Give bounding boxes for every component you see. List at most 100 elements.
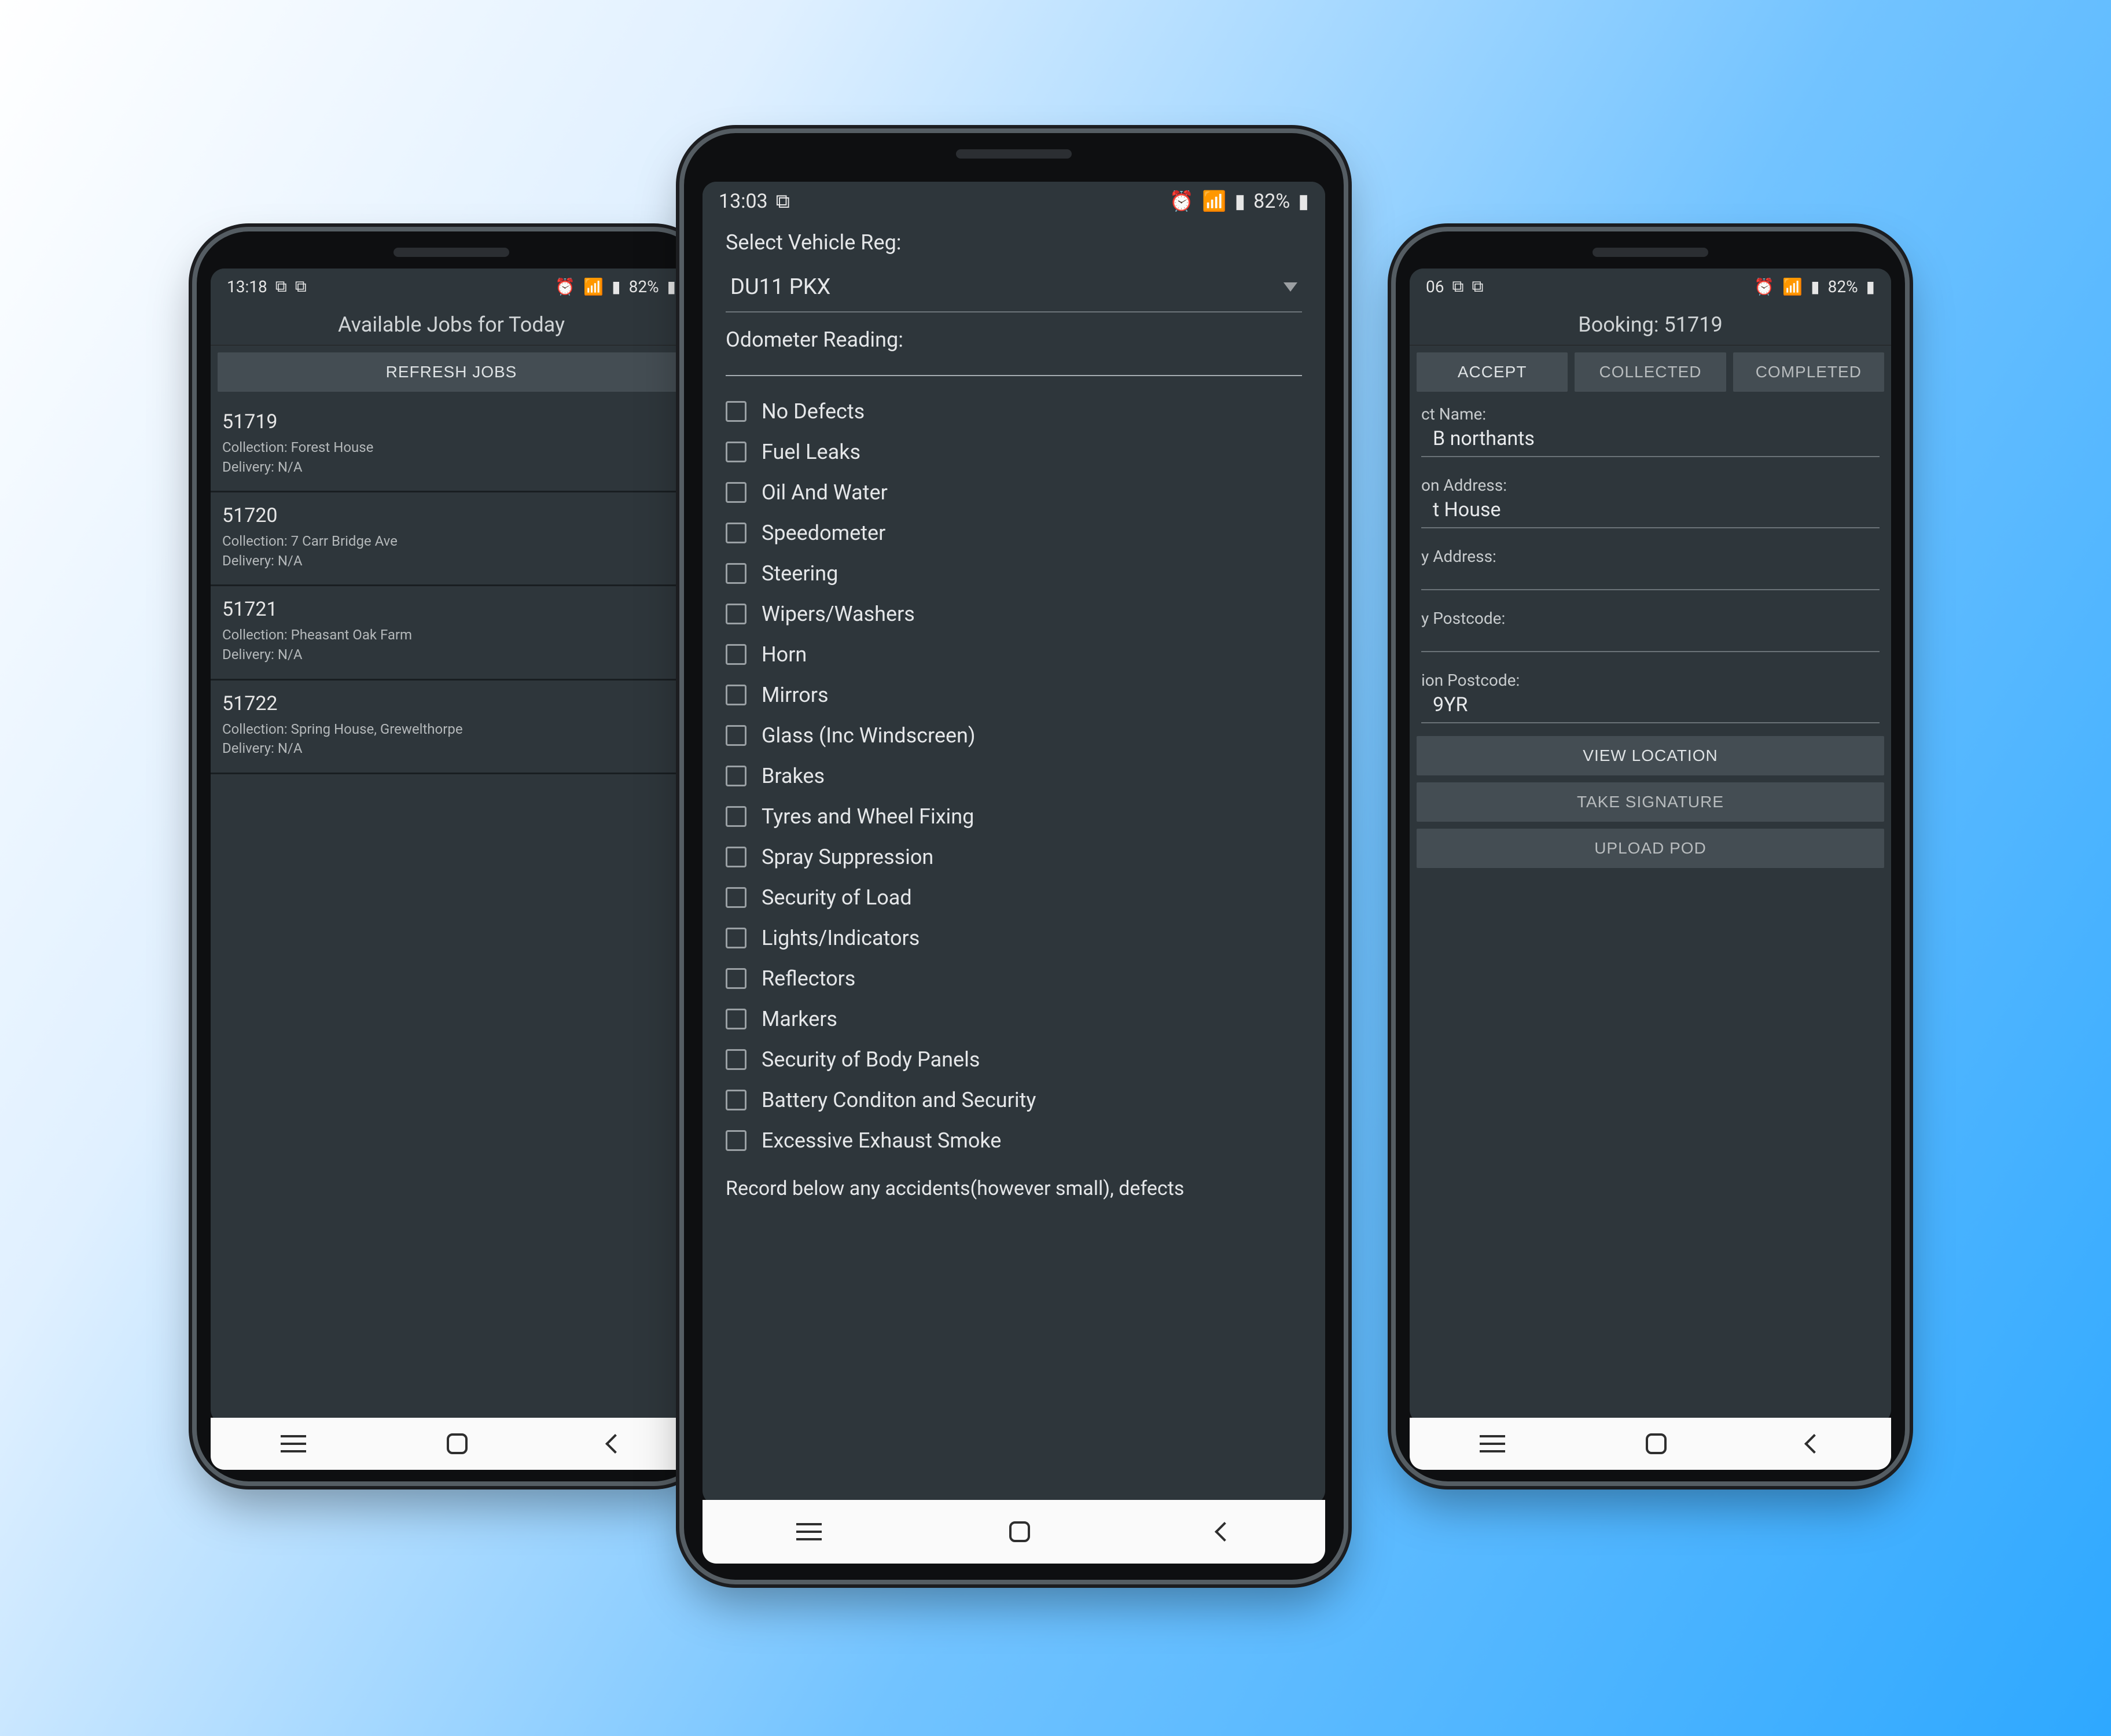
collected-button[interactable]: COLLECTED <box>1575 352 1726 392</box>
completed-button[interactable]: COMPLETED <box>1733 352 1884 392</box>
upload-pod-button[interactable]: UPLOAD POD <box>1417 829 1884 868</box>
status-time: 06 <box>1426 277 1444 296</box>
checkbox-icon[interactable] <box>726 604 746 624</box>
defect-check-label: Oil And Water <box>762 480 888 505</box>
defect-check-item[interactable]: Steering <box>726 561 1302 586</box>
screen-vehicle-check: 13:03 ⧉ ⏰ 📶 ▮ 82% ▮ Select Vehicle Reg: … <box>703 182 1325 1505</box>
defect-check-item[interactable]: Brakes <box>726 764 1302 788</box>
defect-check-item[interactable]: Security of Body Panels <box>726 1047 1302 1072</box>
defect-check-label: Wipers/Washers <box>762 602 915 626</box>
job-id: 51722 <box>222 692 681 715</box>
home-button[interactable] <box>1646 1433 1667 1454</box>
checkbox-icon[interactable] <box>726 442 746 462</box>
job-item[interactable]: 51719Collection: Forest HouseDelivery: N… <box>211 399 692 492</box>
collection-address-value[interactable]: t House <box>1421 498 1880 528</box>
delivery-postcode-value[interactable] <box>1421 631 1880 652</box>
checkbox-icon[interactable] <box>726 685 746 705</box>
defect-check-item[interactable]: Horn <box>726 642 1302 667</box>
defect-check-label: Fuel Leaks <box>762 440 860 464</box>
defect-check-label: Security of Load <box>762 885 912 910</box>
checkbox-icon[interactable] <box>726 1049 746 1070</box>
collection-postcode-value[interactable]: 9YR <box>1421 693 1880 723</box>
checkbox-icon[interactable] <box>726 766 746 786</box>
checkbox-icon[interactable] <box>726 523 746 543</box>
defect-check-item[interactable]: Fuel Leaks <box>726 440 1302 464</box>
defect-check-item[interactable]: Tyres and Wheel Fixing <box>726 804 1302 829</box>
contact-name-value[interactable]: B northants <box>1421 427 1880 457</box>
android-navbar <box>211 1418 692 1470</box>
job-collection: Collection: Spring House, Grewelthorpe <box>222 720 681 740</box>
page-title: Booking: 51719 <box>1410 302 1891 345</box>
take-signature-button[interactable]: TAKE SIGNATURE <box>1417 782 1884 822</box>
defect-check-item[interactable]: Speedometer <box>726 521 1302 545</box>
checkbox-icon[interactable] <box>726 725 746 746</box>
collection-address-label: on Address: <box>1410 470 1891 498</box>
defect-check-item[interactable]: Battery Conditon and Security <box>726 1088 1302 1112</box>
checkbox-icon[interactable] <box>726 1009 746 1029</box>
recent-apps-button[interactable] <box>281 1435 306 1452</box>
battery-icon: ▮ <box>667 277 676 296</box>
recent-apps-button[interactable] <box>796 1523 822 1540</box>
checkbox-icon[interactable] <box>726 928 746 948</box>
defect-check-item[interactable]: Oil And Water <box>726 480 1302 505</box>
odometer-reading-label: Odometer Reading: <box>726 328 1302 352</box>
defect-check-item[interactable]: Wipers/Washers <box>726 602 1302 626</box>
defect-check-label: Battery Conditon and Security <box>762 1088 1036 1112</box>
checkbox-icon[interactable] <box>726 1090 746 1110</box>
defect-check-label: Horn <box>762 642 807 667</box>
wifi-icon: 📶 <box>1782 277 1803 296</box>
back-button[interactable] <box>605 1434 625 1454</box>
job-delivery: Delivery: N/A <box>222 739 681 759</box>
defect-check-label: Tyres and Wheel Fixing <box>762 804 974 829</box>
checkbox-icon[interactable] <box>726 644 746 665</box>
defect-check-label: Lights/Indicators <box>762 926 920 950</box>
status-time: 13:18 <box>227 277 267 296</box>
home-button[interactable] <box>447 1433 468 1454</box>
defect-check-label: No Defects <box>762 399 865 424</box>
refresh-jobs-button[interactable]: REFRESH JOBS <box>218 352 685 392</box>
status-battery: 82% <box>1253 190 1290 213</box>
defect-check-label: Reflectors <box>762 966 855 991</box>
checkbox-icon[interactable] <box>726 1130 746 1151</box>
checkbox-icon[interactable] <box>726 482 746 503</box>
defect-check-item[interactable]: No Defects <box>726 399 1302 424</box>
android-navbar <box>703 1500 1325 1564</box>
checkbox-icon[interactable] <box>726 887 746 908</box>
job-item[interactable]: 51721Collection: Pheasant Oak FarmDelive… <box>211 586 692 680</box>
defect-check-item[interactable]: Lights/Indicators <box>726 926 1302 950</box>
checkbox-icon[interactable] <box>726 847 746 867</box>
status-battery: 82% <box>1828 277 1858 296</box>
alarm-icon: ⏰ <box>1754 277 1774 296</box>
defect-check-item[interactable]: Excessive Exhaust Smoke <box>726 1128 1302 1153</box>
defect-check-item[interactable]: Reflectors <box>726 966 1302 991</box>
job-item[interactable]: 51722 Collection: Spring House, Greweltho… <box>211 681 692 774</box>
alarm-icon: ⏰ <box>1169 190 1194 213</box>
checkbox-icon[interactable] <box>726 401 746 422</box>
back-button[interactable] <box>1804 1434 1824 1454</box>
delivery-address-label: y Address: <box>1410 541 1891 569</box>
defect-check-item[interactable]: Markers <box>726 1007 1302 1031</box>
defect-check-item[interactable]: Security of Load <box>726 885 1302 910</box>
view-location-button[interactable]: VIEW LOCATION <box>1417 736 1884 775</box>
checkbox-icon[interactable] <box>726 563 746 584</box>
defect-check-item[interactable]: Spray Suppression <box>726 845 1302 869</box>
odometer-reading-input[interactable] <box>726 375 1302 376</box>
defect-check-item[interactable]: Mirrors <box>726 683 1302 707</box>
back-button[interactable] <box>1215 1522 1234 1542</box>
accept-button[interactable]: ACCEPT <box>1417 352 1568 392</box>
delivery-address-value[interactable] <box>1421 569 1880 590</box>
checkbox-icon[interactable] <box>726 806 746 827</box>
page-title: Available Jobs for Today <box>211 302 692 345</box>
job-item[interactable]: 51720Collection: 7 Carr Bridge AveDelive… <box>211 492 692 586</box>
recent-apps-button[interactable] <box>1480 1435 1505 1452</box>
accidents-footnote: Record below any accidents(however small… <box>726 1176 1302 1201</box>
android-navbar <box>1410 1418 1891 1470</box>
defect-check-item[interactable]: Glass (Inc Windscreen) <box>726 723 1302 748</box>
job-delivery: Delivery: N/A <box>222 551 681 571</box>
defect-check-label: Spray Suppression <box>762 845 933 869</box>
select-vehicle-reg-label: Select Vehicle Reg: <box>726 230 1302 255</box>
vehicle-reg-select[interactable]: DU11 PKX <box>726 269 1302 312</box>
job-collection: Collection: 7 Carr Bridge Ave <box>222 532 681 551</box>
checkbox-icon[interactable] <box>726 968 746 989</box>
home-button[interactable] <box>1009 1521 1030 1542</box>
